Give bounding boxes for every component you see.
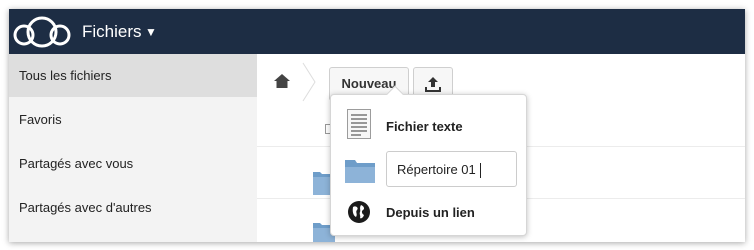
new-menu-dropdown: Fichier texte Depuis un lien — [330, 85, 528, 236]
folder-icon — [345, 160, 375, 183]
breadcrumb-separator — [302, 62, 316, 102]
sidebar-item-all-files[interactable]: Tous les fichiers — [9, 54, 257, 97]
upload-icon — [425, 77, 441, 92]
folder-name-input[interactable] — [386, 151, 517, 187]
menu-item-label: Depuis un lien — [386, 205, 475, 220]
chevron-down-icon[interactable]: ▼ — [145, 25, 157, 39]
top-header: Fichiers ▼ — [9, 9, 745, 54]
menu-item-text-file[interactable]: Fichier texte — [331, 103, 528, 145]
globe-icon — [348, 201, 370, 223]
text-caret — [480, 163, 481, 178]
sidebar-item-shared-with-you[interactable]: Partagés avec vous — [9, 142, 257, 185]
app-title[interactable]: Fichiers — [82, 22, 142, 42]
menu-item-from-link[interactable]: Depuis un lien — [331, 191, 528, 233]
home-icon[interactable] — [274, 74, 290, 88]
cloud-logo-icon[interactable] — [11, 13, 73, 51]
text-file-icon — [347, 109, 371, 139]
sidebar-item-shared-with-others[interactable]: Partagés avec d'autres — [9, 186, 257, 229]
sidebar: Tous les fichiers Favoris Partagés avec … — [9, 54, 257, 242]
sidebar-item-favorites[interactable]: Favoris — [9, 98, 257, 141]
menu-item-label: Fichier texte — [386, 119, 463, 134]
